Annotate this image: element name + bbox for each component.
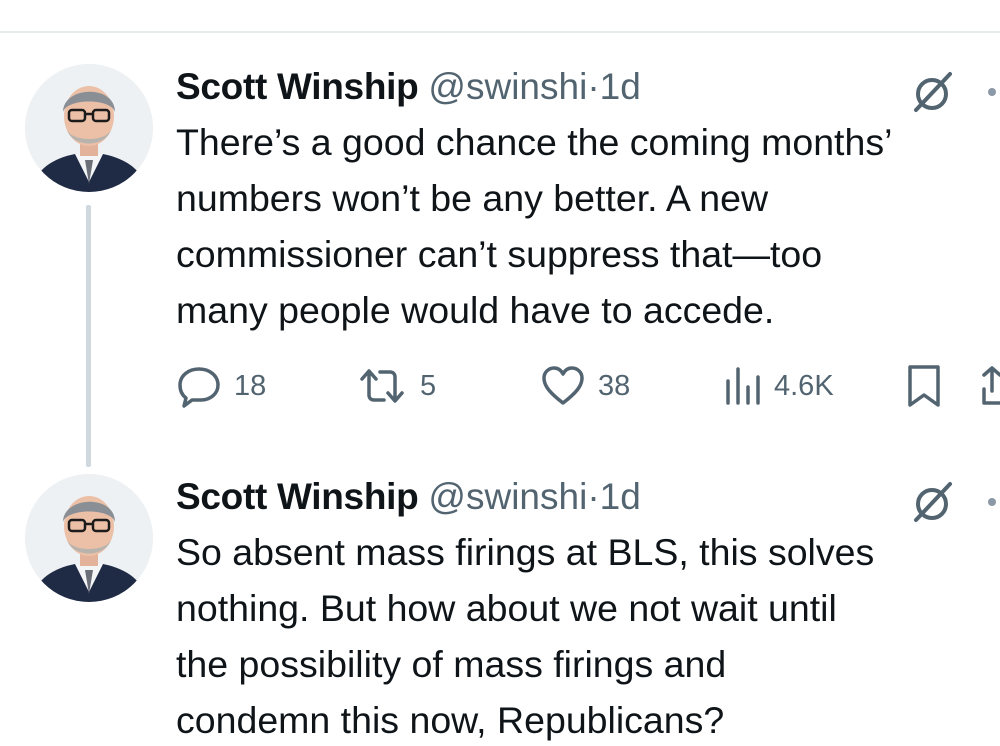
tweet-header: Scott Winship @swinshi·1d [176, 472, 641, 522]
more-icon[interactable] [988, 88, 996, 96]
thread-connector-line [86, 205, 91, 467]
author-name[interactable]: Scott Winship [176, 66, 419, 107]
tweet-text: There’s a good chance the coming months’… [176, 114, 1000, 338]
repost-button[interactable]: 5 [356, 360, 436, 412]
tweet-text: So absent mass firings at BLS, this solv… [176, 524, 1000, 746]
heart-icon [542, 366, 584, 405]
repost-count: 5 [420, 369, 437, 402]
more-icon[interactable] [988, 498, 996, 506]
reply-icon [178, 367, 220, 408]
share-icon [982, 366, 1000, 405]
avatar-portrait [25, 474, 153, 602]
views-count: 4.6K [774, 369, 834, 402]
avatar-portrait [25, 64, 153, 192]
tweet-text-line: the possibility of mass firings and [176, 643, 727, 685]
tweet-text-line: condemn this now, Republicans? [176, 699, 725, 741]
reply-button[interactable]: 18 [176, 360, 266, 412]
tweet-text-line: numbers won’t be any better. A new [176, 177, 769, 219]
bookmark-button[interactable] [904, 360, 944, 412]
tweet-header: Scott Winship @swinshi·1d [176, 62, 641, 112]
reply-count: 18 [234, 369, 267, 402]
timestamp[interactable]: 1d [600, 476, 641, 517]
separator: · [587, 66, 600, 107]
share-button[interactable] [980, 360, 1000, 412]
tweet-text-line: So absent mass firings at BLS, this solv… [176, 531, 875, 573]
separator: · [587, 476, 600, 517]
repost-icon [360, 369, 404, 403]
author-name[interactable]: Scott Winship [176, 476, 419, 517]
like-count: 38 [598, 369, 631, 402]
bookmark-icon [908, 365, 940, 407]
author-handle[interactable]: @swinshi [428, 476, 587, 517]
avatar[interactable] [25, 474, 153, 602]
tweet-text-line: many people would have to accede. [176, 289, 775, 331]
tweet-text-line: There’s a good chance the coming months’ [176, 121, 893, 163]
timestamp[interactable]: 1d [600, 66, 641, 107]
action-bar: 18 5 38 4.6K [176, 360, 1000, 412]
grok-icon[interactable] [910, 70, 958, 114]
views-button[interactable]: 4.6K [722, 360, 834, 412]
top-divider [0, 31, 1000, 33]
tweet-thread-view: Scott Winship @swinshi·1d There’s a good … [0, 0, 1000, 746]
tweet-text-line: nothing. But how about we not wait until [176, 587, 837, 629]
author-handle[interactable]: @swinshi [428, 66, 587, 107]
like-button[interactable]: 38 [540, 360, 630, 412]
tweet-text-line: commissioner can’t suppress that—too [176, 233, 823, 275]
avatar[interactable] [25, 64, 153, 192]
views-icon [726, 367, 760, 405]
grok-icon[interactable] [910, 480, 958, 524]
